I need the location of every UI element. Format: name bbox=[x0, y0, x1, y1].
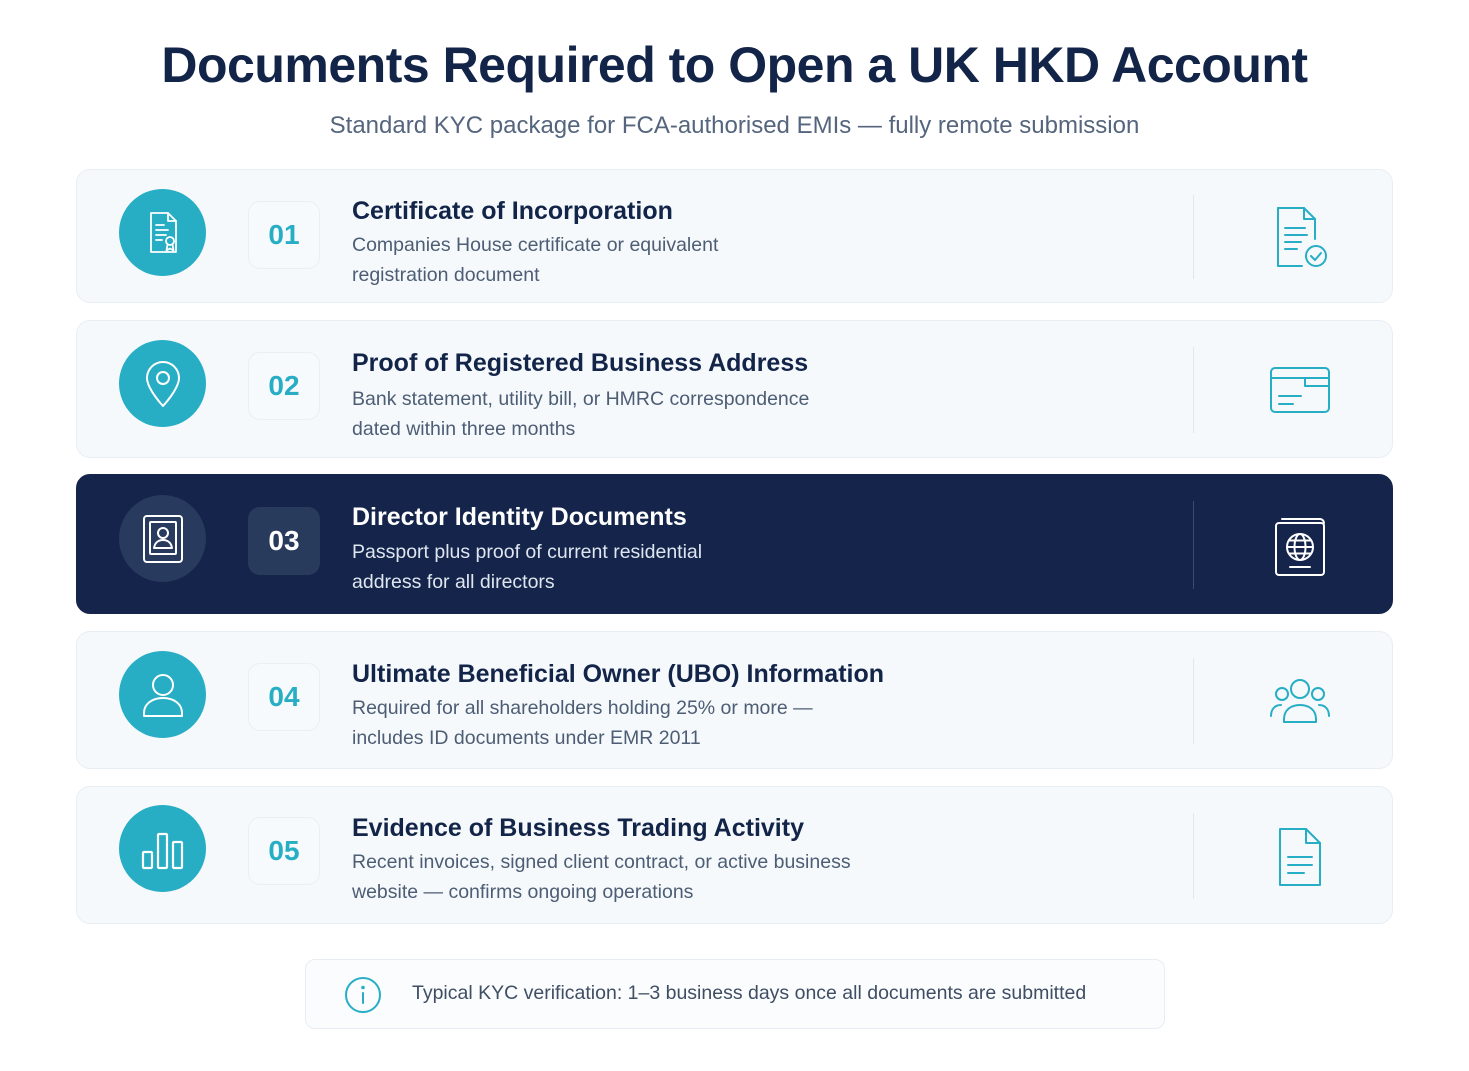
document-description: Recent invoices, signed client contract,… bbox=[352, 847, 912, 907]
step-number: 05 bbox=[248, 817, 320, 885]
document-description: Companies House certificate or equivalen… bbox=[352, 230, 912, 290]
card-divider bbox=[1193, 347, 1194, 433]
page-subtitle: Standard KYC package for FCA-authorised … bbox=[329, 112, 1140, 139]
bar-chart-icon bbox=[119, 805, 206, 892]
certificate-icon bbox=[119, 189, 206, 276]
document-card-ubo: 04 Ultimate Beneficial Owner (UBO) Infor… bbox=[76, 631, 1393, 769]
user-icon bbox=[119, 651, 206, 738]
document-description: Bank statement, utility bill, or HMRC co… bbox=[352, 384, 912, 444]
document-card-trading-activity: 05 Evidence of Business Trading Activity… bbox=[76, 786, 1393, 924]
step-number: 03 bbox=[248, 507, 320, 575]
document-card-address: 02 Proof of Registered Business Address … bbox=[76, 320, 1393, 458]
description-line: Passport plus proof of current residenti… bbox=[352, 541, 703, 563]
description-line: dated within three months bbox=[352, 418, 576, 440]
users-group-icon bbox=[1267, 668, 1333, 734]
card-divider bbox=[1193, 658, 1194, 744]
card-divider bbox=[1193, 195, 1194, 279]
card-divider bbox=[1193, 813, 1194, 899]
document-title: Proof of Registered Business Address bbox=[352, 349, 809, 377]
document-description: Required for all shareholders holding 25… bbox=[352, 693, 912, 753]
step-number: 01 bbox=[248, 201, 320, 269]
description-line: registration document bbox=[352, 264, 540, 286]
map-pin-icon bbox=[119, 340, 206, 427]
document-title: Certificate of Incorporation bbox=[352, 197, 673, 225]
verification-note: Typical KYC verification: 1–3 business d… bbox=[305, 959, 1165, 1029]
info-icon bbox=[344, 976, 382, 1014]
document-title: Director Identity Documents bbox=[352, 503, 687, 531]
description-line: Bank statement, utility bill, or HMRC co… bbox=[352, 388, 810, 410]
statement-icon bbox=[1267, 357, 1333, 423]
document-title: Evidence of Business Trading Activity bbox=[352, 814, 804, 842]
step-number: 04 bbox=[248, 663, 320, 731]
page-title: Documents Required to Open a UK HKD Acco… bbox=[161, 37, 1308, 93]
document-card-incorporation: 01 Certificate of Incorporation Companie… bbox=[76, 169, 1393, 303]
document-check-icon bbox=[1267, 204, 1333, 270]
description-line: address for all directors bbox=[352, 571, 555, 593]
description-line: website — confirms ongoing operations bbox=[352, 881, 694, 903]
document-icon bbox=[1267, 824, 1333, 890]
description-line: includes ID documents under EMR 2011 bbox=[352, 727, 701, 749]
document-card-director-identity: 03 Director Identity Documents Passport … bbox=[76, 474, 1393, 614]
card-divider bbox=[1193, 501, 1194, 589]
description-line: Recent invoices, signed client contract,… bbox=[352, 851, 851, 873]
document-title: Ultimate Beneficial Owner (UBO) Informat… bbox=[352, 660, 885, 688]
description-line: Companies House certificate or equivalen… bbox=[352, 234, 719, 256]
document-description: Passport plus proof of current residenti… bbox=[352, 537, 912, 597]
description-line: Required for all shareholders holding 25… bbox=[352, 697, 813, 719]
id-card-icon bbox=[119, 495, 206, 582]
step-number: 02 bbox=[248, 352, 320, 420]
passport-icon bbox=[1267, 513, 1333, 579]
verification-note-text: Typical KYC verification: 1–3 business d… bbox=[412, 982, 1087, 1004]
